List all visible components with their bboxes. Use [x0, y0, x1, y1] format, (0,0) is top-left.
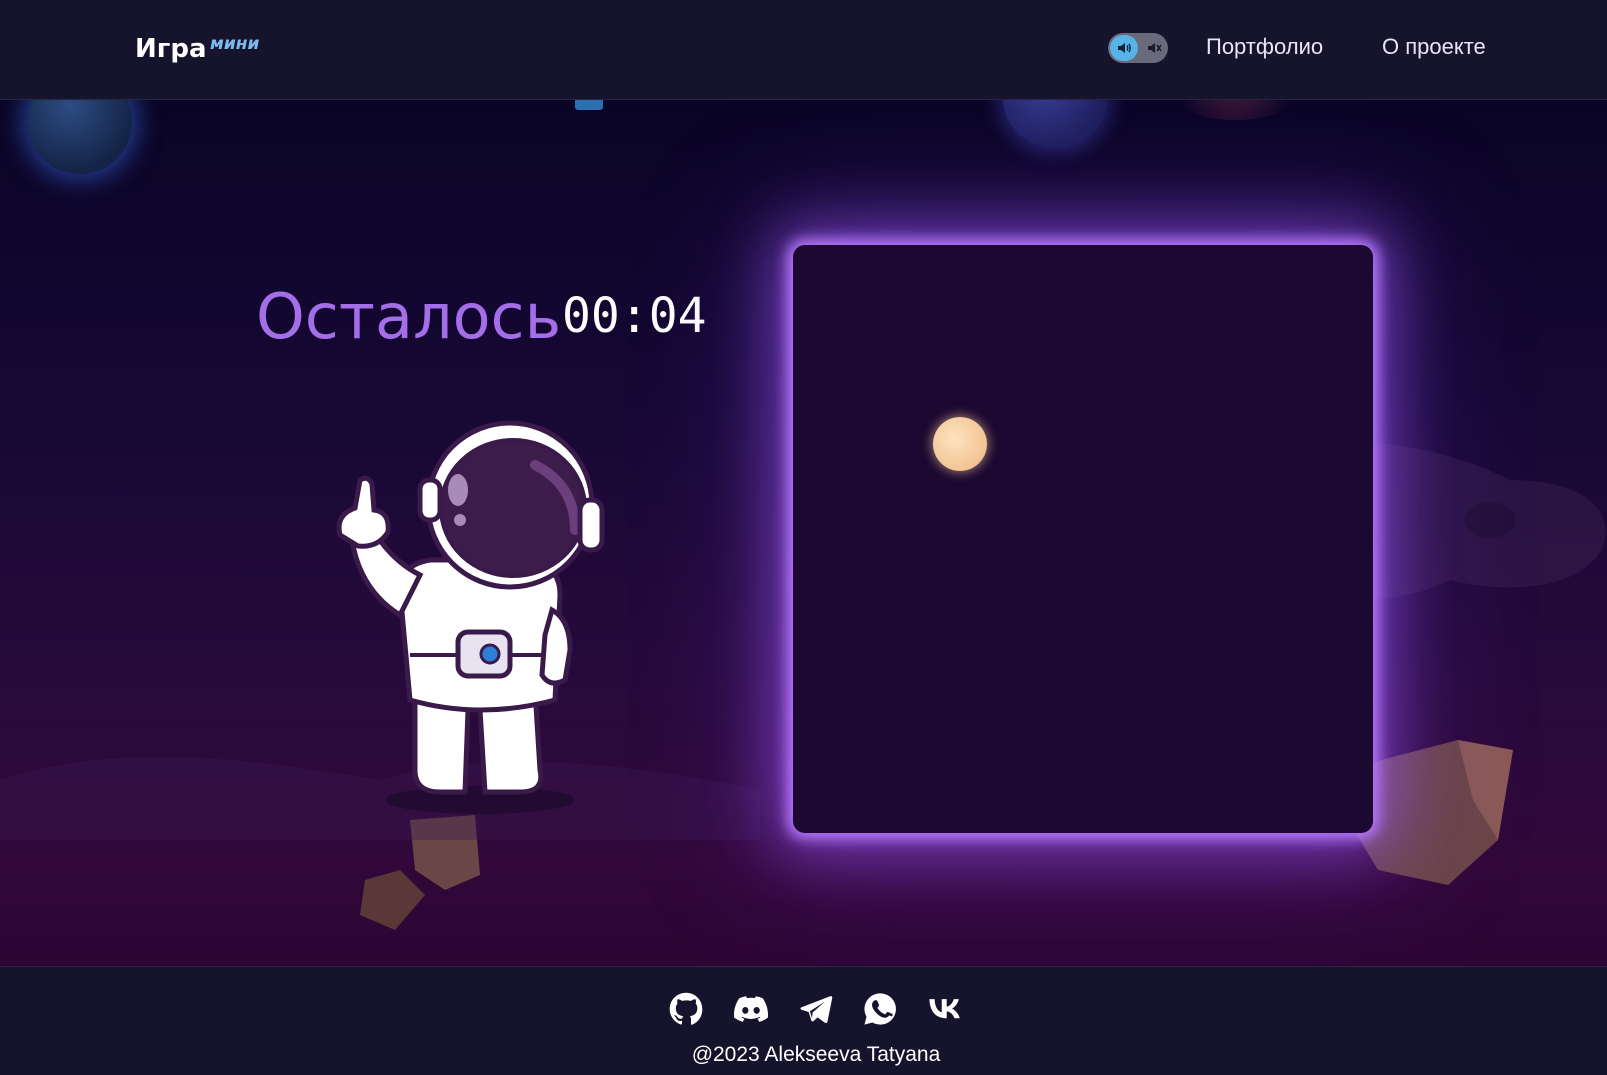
sound-toggle[interactable] [1108, 33, 1168, 63]
timer-value: 00:04 [562, 288, 707, 344]
brand-subtitle: мини [210, 34, 260, 54]
discord-icon [734, 996, 769, 1022]
speaker-on-icon [1118, 43, 1131, 53]
site-header: Игра мини Портфолио О проекте [0, 0, 1607, 100]
planet-decoration [28, 100, 132, 174]
github-link[interactable] [669, 992, 703, 1026]
telegram-link[interactable] [799, 992, 833, 1026]
game-stage: Осталось 00:04 [0, 100, 1607, 966]
planet-decoration [1003, 100, 1107, 148]
astronaut-illustration [336, 420, 605, 814]
whatsapp-icon [864, 993, 896, 1025]
nav-portfolio[interactable]: Портфолио [1206, 34, 1323, 60]
site-footer: @2023 Alekseeva Tatyana [0, 966, 1607, 1075]
target-dot[interactable] [933, 417, 987, 471]
brand-title[interactable]: Игра [135, 34, 207, 64]
game-board[interactable] [793, 245, 1373, 833]
planet-decoration [1160, 100, 1310, 120]
crystal-decoration [575, 100, 603, 110]
speaker-muted-icon [1148, 43, 1162, 53]
github-icon [669, 992, 703, 1025]
vk-link[interactable] [928, 992, 962, 1026]
vk-icon [929, 999, 960, 1019]
telegram-icon [800, 996, 833, 1024]
discord-link[interactable] [734, 992, 769, 1026]
timer-label: Осталось [256, 280, 562, 353]
whatsapp-link[interactable] [863, 992, 897, 1026]
copyright-text: @2023 Alekseeva Tatyana [691, 1043, 941, 1066]
nav-about[interactable]: О проекте [1382, 34, 1486, 60]
